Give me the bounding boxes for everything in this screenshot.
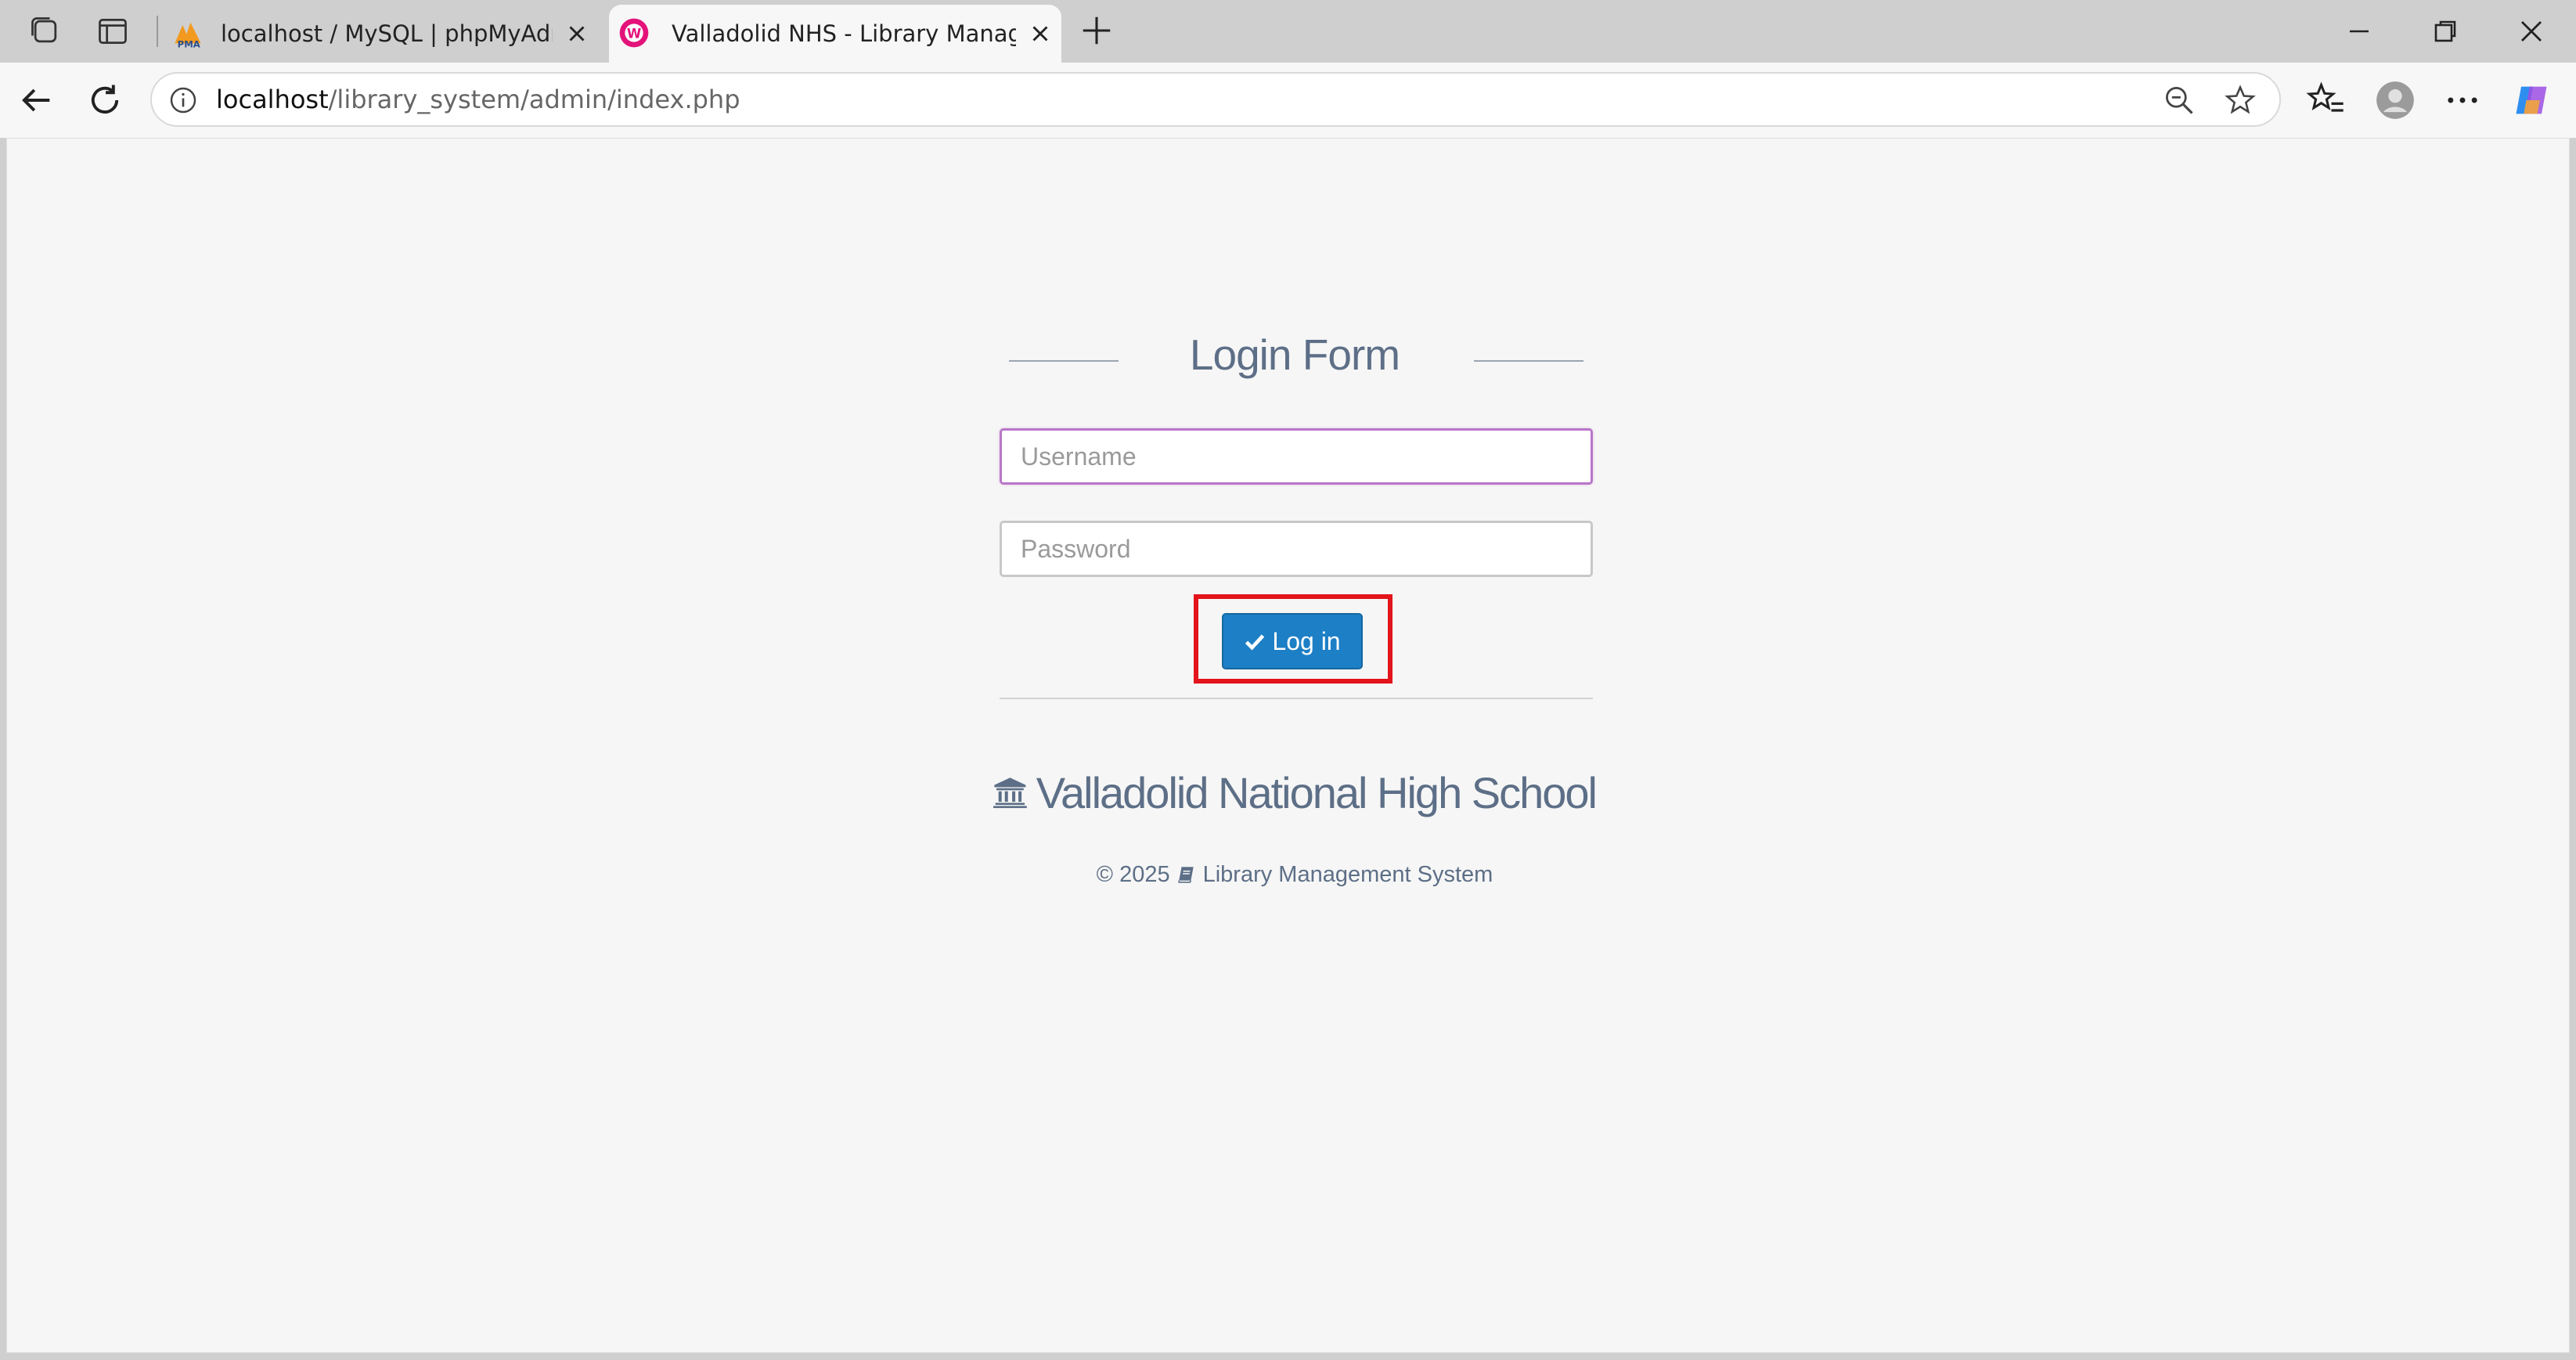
close-window-icon[interactable] xyxy=(2513,13,2550,50)
footer-system-name: Library Management System xyxy=(1202,861,1493,887)
institution-icon xyxy=(993,777,1027,809)
tab-phpmyadmin[interactable]: PMA localhost / MySQL | phpMyAdmin xyxy=(163,5,598,63)
zoom-out-icon[interactable] xyxy=(2162,83,2196,117)
browser-toolbar: localhost/library_system/admin/index.php xyxy=(0,63,2576,138)
url-host: localhost xyxy=(216,85,329,114)
form-divider xyxy=(1000,698,1593,699)
wamp-icon: W xyxy=(619,18,649,48)
school-name: Valladolid National High School xyxy=(1036,767,1598,817)
favorite-star-icon[interactable] xyxy=(2223,83,2257,117)
tab-title: Valladolid NHS - Library Management xyxy=(672,20,1016,47)
favorites-icon[interactable] xyxy=(2306,80,2347,121)
address-bar[interactable]: localhost/library_system/admin/index.php xyxy=(150,72,2281,127)
tab-strip: PMA localhost / MySQL | phpMyAdmin W Val… xyxy=(0,0,2576,63)
workspaces-icon[interactable] xyxy=(28,14,63,49)
svg-text:W: W xyxy=(627,27,641,41)
footer: © 2025 Library Management System xyxy=(993,857,1596,892)
phpmyadmin-icon: PMA xyxy=(175,22,201,49)
site-info-icon[interactable] xyxy=(168,85,199,116)
restore-icon[interactable] xyxy=(2426,13,2464,50)
login-form: Login Form Log in Valladolid National Hi xyxy=(993,139,1598,922)
page-viewport: Login Form Log in Valladolid National Hi xyxy=(6,138,2570,1353)
tab-title: localhost / MySQL | phpMyAdmin xyxy=(221,20,553,47)
close-icon[interactable] xyxy=(564,20,590,47)
username-input[interactable] xyxy=(1000,428,1593,485)
minimize-icon[interactable] xyxy=(2340,13,2378,50)
login-form-title: Login Form xyxy=(1189,330,1400,379)
footer-copyright: © 2025 xyxy=(1096,861,1170,887)
more-options-icon[interactable] xyxy=(2442,80,2483,121)
profile-avatar-icon[interactable] xyxy=(2375,80,2416,121)
svg-text:PMA: PMA xyxy=(178,38,200,49)
book-icon xyxy=(1178,867,1194,883)
refresh-icon[interactable] xyxy=(85,80,125,121)
tab-separator xyxy=(157,16,158,47)
tab-library-management[interactable]: W Valladolid NHS - Library Management xyxy=(609,5,1061,63)
new-tab-icon[interactable] xyxy=(1079,13,1115,49)
login-button[interactable]: Log in xyxy=(1222,613,1363,669)
password-input[interactable] xyxy=(1000,521,1593,577)
url-path: /library_system/admin/index.php xyxy=(328,85,740,114)
vertical-tabs-icon[interactable] xyxy=(95,14,130,49)
login-button-label: Log in xyxy=(1272,626,1341,655)
copilot-icon[interactable] xyxy=(2511,80,2552,121)
check-icon xyxy=(1245,634,1265,651)
back-arrow-icon[interactable] xyxy=(16,80,56,121)
school-heading: Valladolid National High School xyxy=(993,757,1598,828)
close-icon[interactable] xyxy=(1027,20,1054,47)
url-text[interactable]: localhost/library_system/admin/index.php xyxy=(216,74,740,125)
